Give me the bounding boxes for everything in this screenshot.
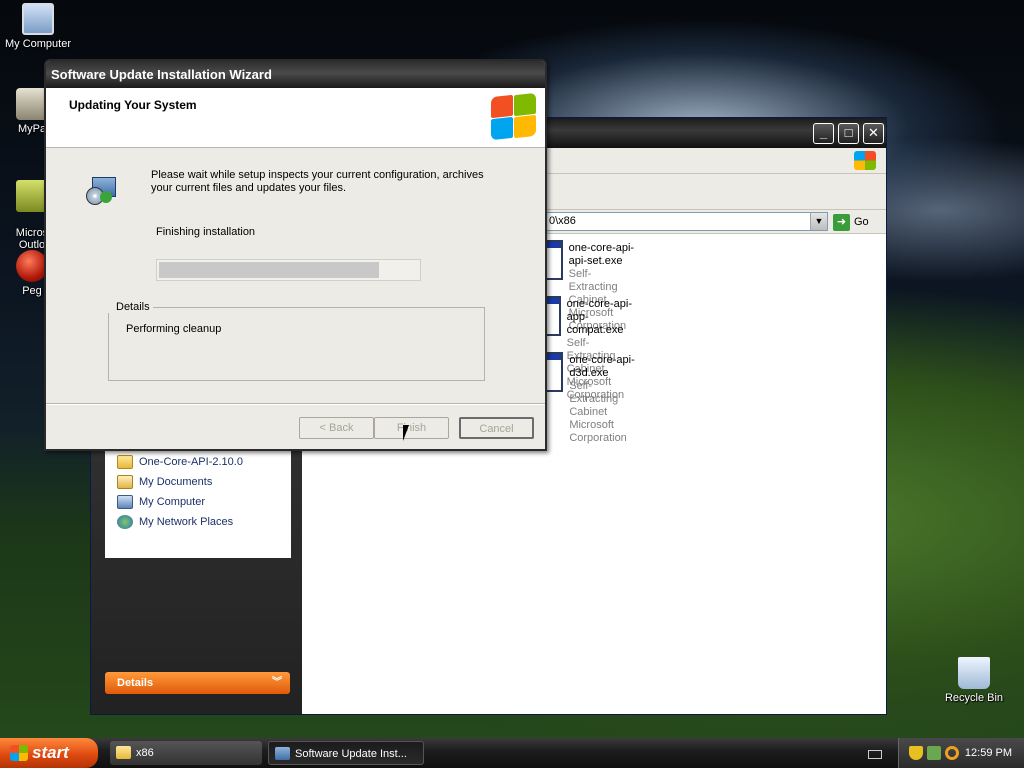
list-item[interactable]: one-core-api-d3d.exe Self-Extracting Cab… — [545, 352, 636, 445]
other-places-label: My Computer — [139, 496, 206, 508]
installation-wizard-dialog: Software Update Installation Wizard Upda… — [44, 59, 547, 451]
other-places-label: My Documents — [139, 476, 213, 488]
folder-icon — [117, 455, 133, 469]
details-panel-label: Details — [117, 677, 154, 689]
wizard-title[interactable]: Software Update Installation Wizard — [46, 61, 545, 88]
other-places-label: One-Core-API-2.10.0 — [139, 456, 243, 468]
progress-bar — [156, 259, 421, 281]
taskbar-button-wizard[interactable]: Software Update Inst... — [268, 741, 424, 765]
address-input[interactable]: 0\x86 ▼ — [546, 212, 828, 231]
file-type: Self-Extracting Cabinet — [569, 380, 619, 418]
maximize-button[interactable]: □ — [838, 123, 859, 144]
taskbar-button-explorer[interactable]: x86 — [110, 741, 262, 765]
desktop-icon-label: Recycle Bin — [944, 692, 1004, 704]
file-company: Microsoft Corporation — [569, 419, 627, 444]
wizard-header-title: Updating Your System — [69, 98, 197, 112]
other-places-item-folder[interactable]: One-Core-API-2.10.0 — [105, 452, 291, 472]
my-computer-icon — [117, 495, 133, 509]
network-places-icon — [117, 515, 133, 529]
back-button[interactable]: < Back — [299, 417, 374, 439]
windows-logo-icon — [489, 92, 537, 141]
other-places-item-network[interactable]: My Network Places — [105, 512, 291, 532]
setup-icon — [86, 173, 120, 207]
my-documents-icon — [117, 475, 133, 489]
details-panel-header[interactable]: Details ︾ — [105, 672, 290, 694]
desktop-icon-my-computer[interactable]: My Computer — [0, 3, 76, 50]
details-group — [108, 307, 485, 381]
go-button[interactable]: ➜ Go — [833, 213, 869, 231]
mouse-cursor-icon — [403, 425, 415, 441]
taskbar-button-label: x86 — [136, 747, 154, 759]
cabinet-file-icon — [545, 240, 563, 280]
go-label: Go — [854, 216, 869, 228]
system-tray: 12:59 PM — [898, 738, 1024, 768]
file-name: one-core-api-api-set.exe — [568, 242, 635, 267]
keyboard-icon[interactable] — [868, 750, 882, 759]
taskbar-button-label: Software Update Inst... — [295, 748, 407, 760]
chevron-down-icon[interactable]: ︾ — [272, 672, 282, 694]
start-label: start — [32, 743, 69, 762]
windows-logo-icon — [854, 151, 876, 170]
progress-fill — [159, 262, 380, 278]
cancel-button[interactable]: Cancel — [459, 417, 534, 439]
file-name: one-core-api-d3d.exe — [569, 354, 635, 379]
clock[interactable]: 12:59 PM — [965, 738, 1012, 768]
go-arrow-icon: ➜ — [833, 213, 850, 231]
security-shield-icon[interactable] — [909, 746, 923, 760]
details-group-label: Details — [108, 301, 153, 313]
cabinet-file-icon — [545, 352, 564, 392]
windows-logo-icon — [10, 745, 28, 761]
network-icon[interactable] — [927, 746, 941, 760]
details-text: Performing cleanup — [126, 323, 222, 335]
close-button[interactable]: ✕ — [863, 123, 884, 144]
other-places-label: My Network Places — [139, 516, 234, 528]
desktop-icon-label: My Computer — [4, 38, 72, 50]
search-icon[interactable] — [945, 746, 959, 760]
folder-icon — [116, 746, 131, 759]
wizard-status: Finishing installation — [156, 226, 256, 238]
wizard-header: Updating Your System — [46, 88, 545, 148]
file-name: one-core-api-app-compat.exe — [566, 298, 633, 336]
computer-icon — [22, 3, 54, 35]
other-places-item-my-computer[interactable]: My Computer — [105, 492, 291, 512]
other-places-panel: One-Core-API-2.10.0 My Documents My Comp… — [105, 450, 291, 558]
cabinet-file-icon — [545, 296, 561, 336]
recycle-bin-icon — [958, 657, 990, 689]
address-text: 0\x86 — [549, 215, 576, 227]
desktop-icon-recycle-bin[interactable]: Recycle Bin — [936, 657, 1012, 704]
start-button[interactable]: start — [0, 738, 98, 768]
other-places-item-my-documents[interactable]: My Documents — [105, 472, 291, 492]
wizard-description: Please wait while setup inspects your cu… — [151, 169, 484, 194]
chevron-down-icon[interactable]: ▼ — [810, 213, 827, 230]
divider — [46, 403, 545, 405]
setup-icon — [275, 747, 290, 760]
taskbar: start x86 Software Update Inst... 12:59 … — [0, 738, 1024, 768]
minimize-button[interactable]: _ — [813, 123, 834, 144]
